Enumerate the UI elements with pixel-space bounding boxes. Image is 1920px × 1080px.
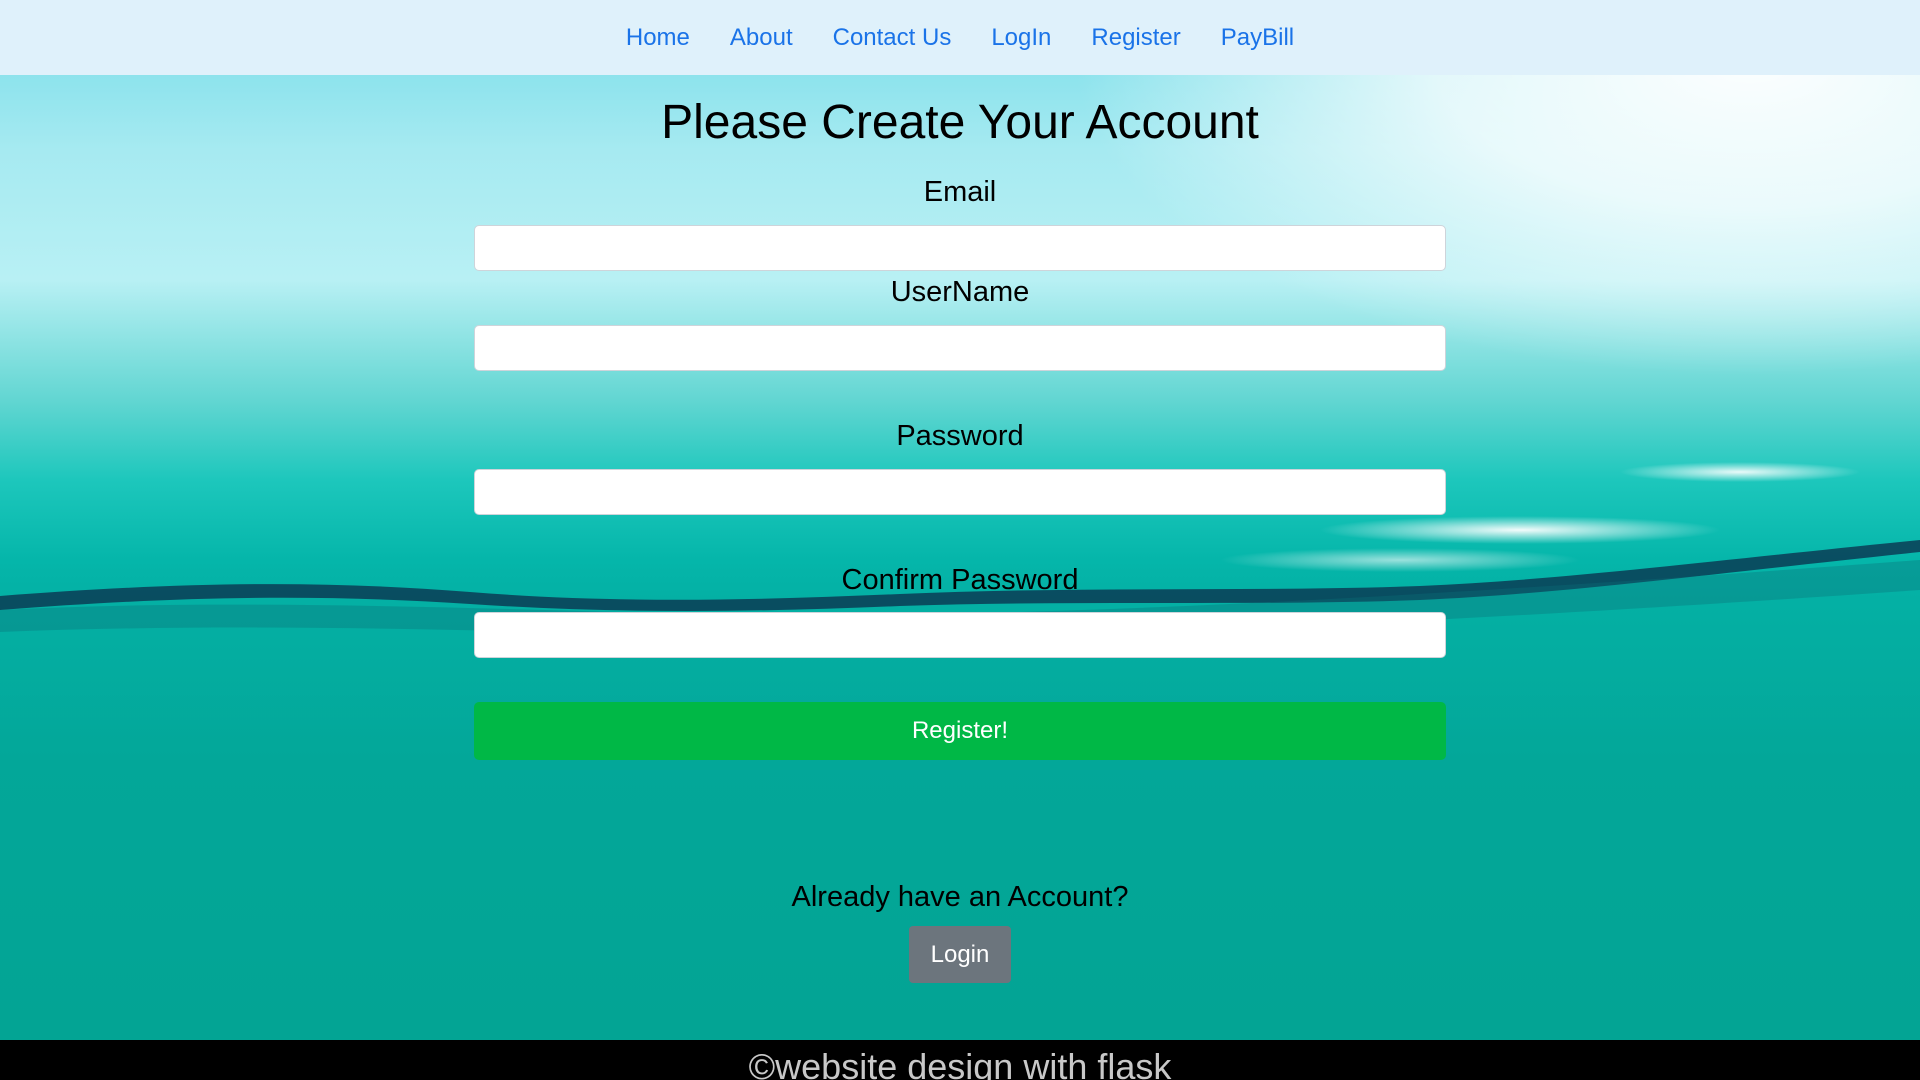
email-field[interactable] <box>474 225 1446 271</box>
nav-link-contact-us[interactable]: Contact Us <box>813 24 972 52</box>
page-title: Please Create Your Account <box>661 96 1259 149</box>
password-label: Password <box>896 420 1024 452</box>
confirm-password-field[interactable] <box>474 612 1446 658</box>
footer: ©website design with flask <box>0 1040 1920 1080</box>
background-wave <box>0 540 1920 637</box>
top-navbar: Home About Contact Us LogIn Register Pay… <box>0 0 1920 75</box>
nav-link-home[interactable]: Home <box>606 24 710 52</box>
username-label: UserName <box>890 276 1030 308</box>
register-button[interactable]: Register! <box>474 702 1446 760</box>
login-button[interactable]: Login <box>909 926 1011 983</box>
username-field[interactable] <box>474 325 1446 371</box>
nav-link-register[interactable]: Register <box>1071 24 1200 52</box>
already-have-account-text: Already have an Account? <box>791 881 1129 913</box>
password-field[interactable] <box>474 469 1446 515</box>
nav-link-login[interactable]: LogIn <box>971 24 1071 52</box>
confirm-password-label: Confirm Password <box>841 564 1079 596</box>
nav-link-about[interactable]: About <box>710 24 813 52</box>
email-label: Email <box>923 176 997 208</box>
nav-link-paybill[interactable]: PayBill <box>1201 24 1314 52</box>
footer-copyright: ©website design with flask <box>748 1046 1172 1080</box>
